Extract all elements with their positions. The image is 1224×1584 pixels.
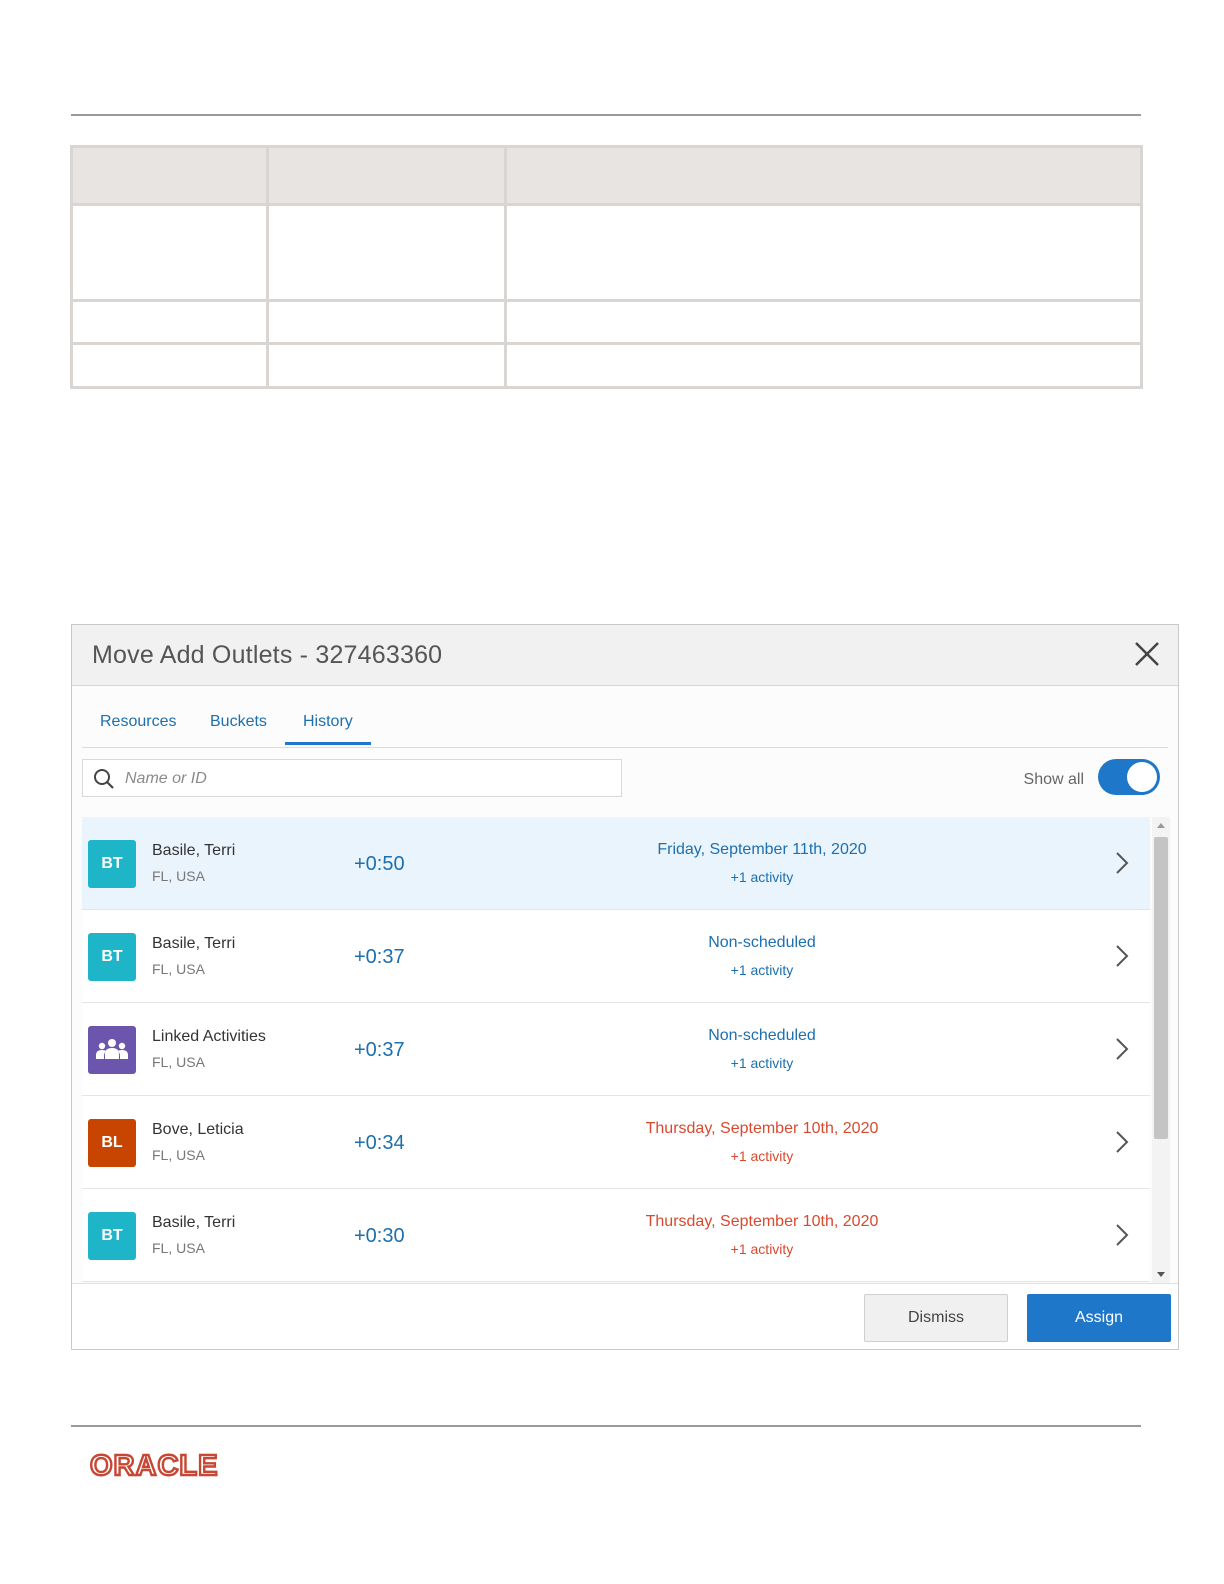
- list-scrollbar[interactable]: [1152, 817, 1170, 1283]
- oracle-logo: ORACLE: [90, 1452, 219, 1478]
- move-dialog: Move Add Outlets - 327463360 Resources B…: [71, 624, 1179, 1350]
- schedule-date: Non-scheduled: [708, 1027, 816, 1044]
- scroll-thumb[interactable]: [1154, 837, 1168, 1139]
- avatar: BT: [88, 933, 136, 981]
- schedule-date: Thursday, September 10th, 2020: [645, 1120, 879, 1137]
- scroll-up-arrow-icon[interactable]: [1157, 823, 1165, 828]
- time-delta: +0:30: [354, 1225, 405, 1247]
- empty-table: [70, 145, 1143, 389]
- schedule-date: Thursday, September 10th, 2020: [645, 1213, 879, 1230]
- chevron-right-icon[interactable]: [1112, 942, 1132, 970]
- activity-count: +1 activity: [730, 962, 794, 978]
- resource-location: FL, USA: [152, 1054, 205, 1070]
- history-list: BT Basile, Terri FL, USA +0:50 Friday, S…: [82, 817, 1150, 1283]
- list-item[interactable]: BL Bove, Leticia FL, USA +0:34 Thursday,…: [82, 1096, 1150, 1189]
- list-item[interactable]: BT Basile, Terri FL, USA +0:50 Friday, S…: [82, 817, 1150, 910]
- resource-location: FL, USA: [152, 1240, 205, 1256]
- table-header-row: [70, 145, 1143, 206]
- toggle-knob: [1127, 762, 1157, 792]
- dialog-footer: Dismiss Assign: [72, 1283, 1178, 1349]
- show-all-toggle[interactable]: [1098, 759, 1160, 795]
- close-icon[interactable]: [1132, 639, 1162, 669]
- show-all-label: Show all: [1023, 771, 1084, 788]
- logo-text: ORACLE: [90, 1452, 218, 1478]
- list-item[interactable]: Linked Activities FL, USA +0:37 Non-sche…: [82, 1003, 1150, 1096]
- list-item[interactable]: BT Basile, Terri FL, USA +0:30 Thursday,…: [82, 1189, 1150, 1282]
- table-row: [70, 342, 1143, 389]
- tab-bar: Resources Buckets History: [82, 685, 1168, 748]
- resource-name: Basile, Terri: [152, 935, 236, 952]
- time-delta: +0:37: [354, 1039, 405, 1061]
- avatar: BT: [88, 1212, 136, 1260]
- search-input[interactable]: [123, 764, 607, 794]
- activity-count: +1 activity: [730, 1055, 794, 1071]
- time-delta: +0:50: [354, 853, 405, 875]
- chevron-right-icon[interactable]: [1112, 1221, 1132, 1249]
- chevron-right-icon[interactable]: [1112, 1128, 1132, 1156]
- time-delta: +0:37: [354, 946, 405, 968]
- resource-location: FL, USA: [152, 961, 205, 977]
- schedule-date: Non-scheduled: [708, 934, 816, 951]
- avatar: BL: [88, 1119, 136, 1167]
- resource-location: FL, USA: [152, 868, 205, 884]
- time-delta: +0:34: [354, 1132, 405, 1154]
- search-box: [82, 759, 622, 797]
- activity-count: +1 activity: [730, 1241, 794, 1257]
- list-item[interactable]: BT Basile, Terri FL, USA +0:37 Non-sched…: [82, 910, 1150, 1003]
- header-rule: [71, 114, 1141, 116]
- dialog-header: Move Add Outlets - 327463360: [72, 625, 1178, 686]
- activity-count: +1 activity: [730, 869, 794, 885]
- avatar: BT: [88, 840, 136, 888]
- group-icon: [88, 1026, 136, 1074]
- chevron-right-icon[interactable]: [1112, 1035, 1132, 1063]
- activity-count: +1 activity: [730, 1148, 794, 1164]
- dialog-title: Move Add Outlets - 327463360: [92, 641, 443, 669]
- search-icon: [94, 769, 114, 789]
- table-row: [70, 298, 1143, 346]
- schedule-date: Friday, September 11th, 2020: [657, 841, 867, 858]
- assign-button[interactable]: Assign: [1027, 1294, 1171, 1342]
- table-row: [70, 202, 1143, 302]
- tab-buckets[interactable]: Buckets: [192, 713, 285, 745]
- tab-history[interactable]: History: [285, 713, 371, 745]
- chevron-right-icon[interactable]: [1112, 849, 1132, 877]
- resource-location: FL, USA: [152, 1147, 205, 1163]
- resource-name: Basile, Terri: [152, 1214, 236, 1231]
- dismiss-button[interactable]: Dismiss: [864, 1294, 1008, 1342]
- footer-rule: [71, 1425, 1141, 1427]
- tab-resources[interactable]: Resources: [82, 713, 194, 745]
- scroll-down-arrow-icon[interactable]: [1157, 1272, 1165, 1277]
- resource-name: Basile, Terri: [152, 842, 236, 859]
- resource-name: Bove, Leticia: [152, 1121, 244, 1138]
- resource-name: Linked Activities: [152, 1028, 266, 1045]
